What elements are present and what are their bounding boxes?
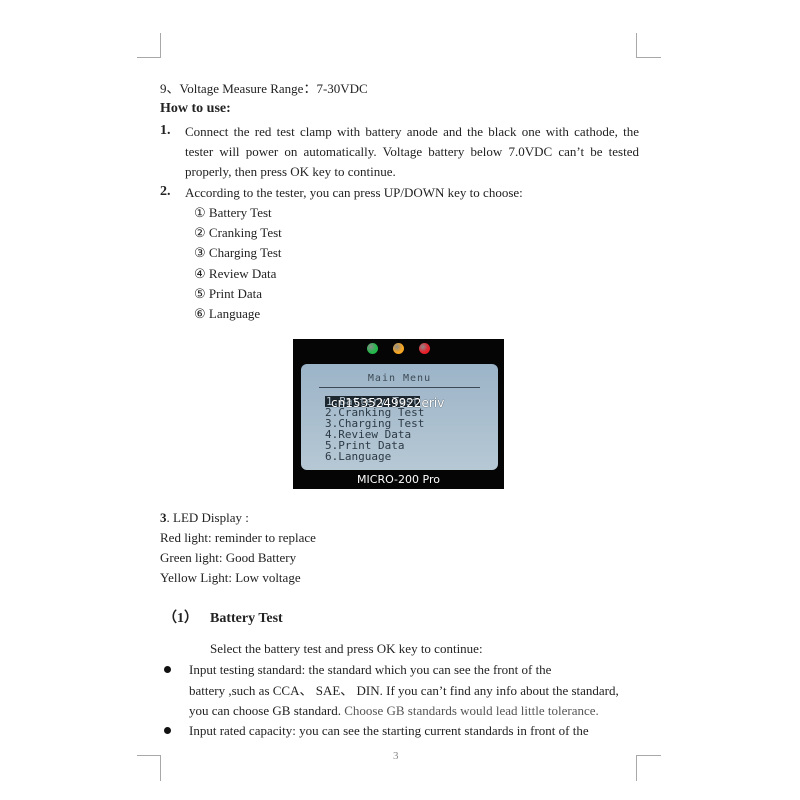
bullet-1-text: you can choose GB standard.: [189, 703, 341, 718]
option-item: ② Cranking Test: [194, 225, 282, 241]
option-item: ① Battery Test: [194, 205, 272, 221]
bullet-1-line-2: battery ,such as CCA、 SAE、 DIN. If you c…: [189, 683, 619, 698]
device-photo: Main Menu 1.Battery Test 2.Cranking Test…: [293, 339, 504, 489]
led-line-yellow: Yellow Light: Low voltage: [160, 570, 301, 585]
bullet-icon: [164, 666, 171, 673]
option-marker: ⑥: [194, 306, 206, 321]
yellow-led-icon: [393, 343, 404, 354]
screen-divider: [319, 387, 480, 388]
device-model-label: MICRO-200 Pro: [357, 473, 440, 486]
red-led-icon: [419, 343, 430, 354]
option-label: Review Data: [208, 266, 277, 281]
option-marker: ③: [194, 245, 206, 260]
led-display-title: . LED Display :: [166, 510, 249, 525]
bullet-2-line-1: Input rated capacity: you can see the st…: [189, 723, 589, 738]
step-number: 2.: [160, 184, 171, 199]
screen-menu-item: 6.Language: [325, 450, 392, 463]
option-label: Charging Test: [208, 245, 282, 260]
option-label: Cranking Test: [208, 225, 282, 240]
option-label: Battery Test: [208, 205, 272, 220]
option-marker: ①: [194, 205, 206, 220]
how-to-use-heading: How to use:: [160, 101, 231, 116]
section-number: （1）: [163, 611, 198, 626]
spec-voltage-range: 9、Voltage Measure Range：7-30VDC: [160, 81, 368, 96]
screen-title: Main Menu: [367, 373, 432, 384]
bullet-1-note: Choose GB standards would lead little to…: [341, 703, 599, 718]
option-item: ④ Review Data: [194, 266, 276, 282]
battery-test-intro: Select the battery test and press OK key…: [210, 641, 483, 656]
bullet-1-line-3: you can choose GB standard. Choose GB st…: [189, 703, 599, 719]
crop-mark-top-left: [137, 33, 161, 58]
option-marker: ②: [194, 225, 206, 240]
option-label: Language: [208, 306, 261, 321]
option-label: Print Data: [208, 286, 262, 301]
crop-mark-bottom-right: [636, 755, 661, 781]
option-item: ⑥ Language: [194, 306, 260, 322]
watermark: cn1535249922eriv: [331, 396, 445, 410]
crop-mark-bottom-left: [137, 755, 161, 781]
step-1-line-2: tester will power on automatically. Volt…: [185, 144, 639, 159]
option-item: ⑤ Print Data: [194, 286, 262, 302]
bullet-1-line-1: Input testing standard: the standard whi…: [189, 662, 552, 677]
step-1-line-3: properly, then press OK key to continue.: [185, 164, 396, 179]
bullet-icon: [164, 727, 171, 734]
option-marker: ⑤: [194, 286, 206, 301]
step-1-line-1: Connect the red test clamp with battery …: [185, 124, 639, 139]
option-item: ③ Charging Test: [194, 245, 282, 261]
led-line-green: Green light: Good Battery: [160, 550, 297, 565]
step-2-line-1: According to the tester, you can press U…: [185, 185, 523, 200]
led-line-red: Red light: reminder to replace: [160, 530, 316, 545]
led-display-heading: 3. LED Display :: [160, 510, 249, 526]
page-number: 3: [393, 750, 399, 762]
crop-mark-top-right: [636, 33, 661, 58]
battery-test-heading: Battery Test: [210, 611, 283, 626]
green-led-icon: [367, 343, 378, 354]
step-number: 1.: [160, 123, 171, 138]
lcd-screen: Main Menu 1.Battery Test 2.Cranking Test…: [301, 364, 498, 470]
option-marker: ④: [194, 266, 206, 281]
